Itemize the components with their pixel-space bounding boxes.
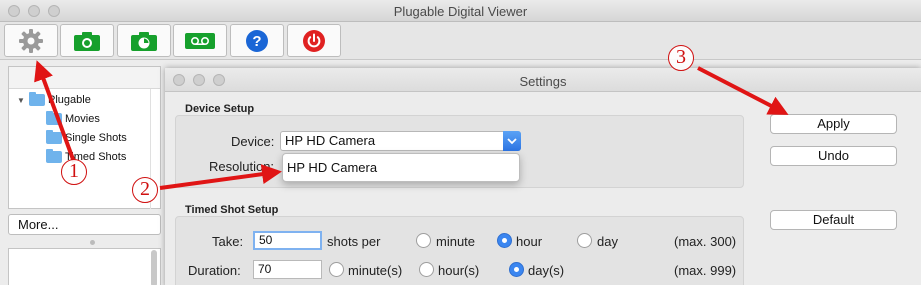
device-select-value: HP HD Camera — [285, 133, 376, 148]
svg-text:?: ? — [252, 33, 261, 50]
device-label: Device: — [231, 134, 275, 149]
duration-hours-label: hour(s) — [438, 263, 480, 278]
take-day-label: day — [597, 234, 618, 249]
take-label: Take: — [212, 234, 244, 249]
tree-item-single-shots[interactable]: Single Shots — [46, 130, 127, 144]
duration-input[interactable]: 70 — [253, 260, 322, 279]
device-select[interactable]: HP HD Camera — [280, 131, 521, 151]
disclosure-triangle-icon[interactable]: ▼ — [17, 96, 29, 105]
main-titlebar: Plugable Digital Viewer — [0, 0, 921, 22]
take-hour-label: hour — [516, 234, 543, 249]
help-button[interactable]: ? — [230, 24, 284, 57]
timed-capture-button[interactable] — [117, 24, 171, 57]
duration-hours-radio[interactable] — [419, 262, 434, 277]
settings-button[interactable] — [4, 24, 58, 57]
dialog-titlebar: Settings — [165, 68, 921, 92]
splitter-handle[interactable] — [90, 240, 95, 245]
device-setup-heading: Device Setup — [185, 103, 255, 115]
scrollbar[interactable] — [151, 250, 157, 285]
window-title: Plugable Digital Viewer — [393, 4, 528, 19]
annotation-number-3: 3 — [668, 45, 694, 71]
folder-icon — [46, 130, 62, 144]
timed-shot-heading: Timed Shot Setup — [185, 204, 279, 216]
take-minute-label: minute — [436, 234, 476, 249]
capture-photo-button[interactable] — [60, 24, 114, 57]
tree-item-label: Plugable — [48, 94, 91, 106]
take-input[interactable]: 50 — [253, 231, 322, 250]
apply-button[interactable]: Apply — [770, 114, 897, 134]
tree-item-label: Movies — [65, 113, 100, 125]
chevron-down-icon[interactable] — [503, 131, 521, 151]
duration-max-label: (max. 999) — [674, 263, 737, 278]
help-icon: ? — [246, 29, 268, 52]
timer-camera-icon — [131, 31, 157, 51]
gear-icon — [19, 28, 43, 53]
video-record-icon — [185, 32, 215, 49]
more-button[interactable]: More... — [8, 214, 161, 235]
tree-item-plugable[interactable]: ▼ Plugable — [17, 92, 91, 106]
shots-per-label: shots per — [327, 234, 381, 249]
undo-button[interactable]: Undo — [770, 146, 897, 166]
duration-minutes-label: minute(s) — [348, 263, 403, 278]
preview-list — [8, 248, 161, 285]
tree-header — [9, 67, 160, 89]
camera-icon — [74, 31, 100, 51]
tree-item-timed-shots[interactable]: Timed Shots — [46, 149, 126, 163]
annotation-number-1: 1 — [61, 159, 87, 185]
toolbar: ? — [0, 22, 921, 60]
tree-item-label: Single Shots — [65, 132, 127, 144]
annotation-number-2: 2 — [132, 177, 158, 203]
dropdown-option[interactable]: HP HD Camera — [287, 160, 377, 175]
folder-icon — [29, 92, 45, 106]
device-dropdown-menu: HP HD Camera — [282, 153, 520, 182]
resolution-label: Resolution: — [209, 159, 275, 174]
take-minute-radio[interactable] — [416, 233, 431, 248]
record-video-button[interactable] — [173, 24, 227, 57]
duration-label: Duration: — [188, 263, 241, 278]
default-button[interactable]: Default — [770, 210, 897, 230]
tree-item-movies[interactable]: Movies — [46, 111, 100, 125]
take-day-radio[interactable] — [577, 233, 592, 248]
take-hour-radio[interactable] — [497, 233, 512, 248]
take-max-label: (max. 300) — [674, 234, 737, 249]
duration-minutes-radio[interactable] — [329, 262, 344, 277]
duration-days-label: day(s) — [528, 263, 565, 278]
dialog-title: Settings — [519, 74, 567, 89]
settings-dialog: Settings Device Setup Device: HP HD Came… — [165, 68, 921, 285]
folder-icon — [46, 149, 62, 163]
power-icon — [303, 29, 325, 52]
folder-icon — [46, 111, 62, 125]
duration-days-radio[interactable] — [509, 262, 524, 277]
power-button[interactable] — [287, 24, 341, 57]
